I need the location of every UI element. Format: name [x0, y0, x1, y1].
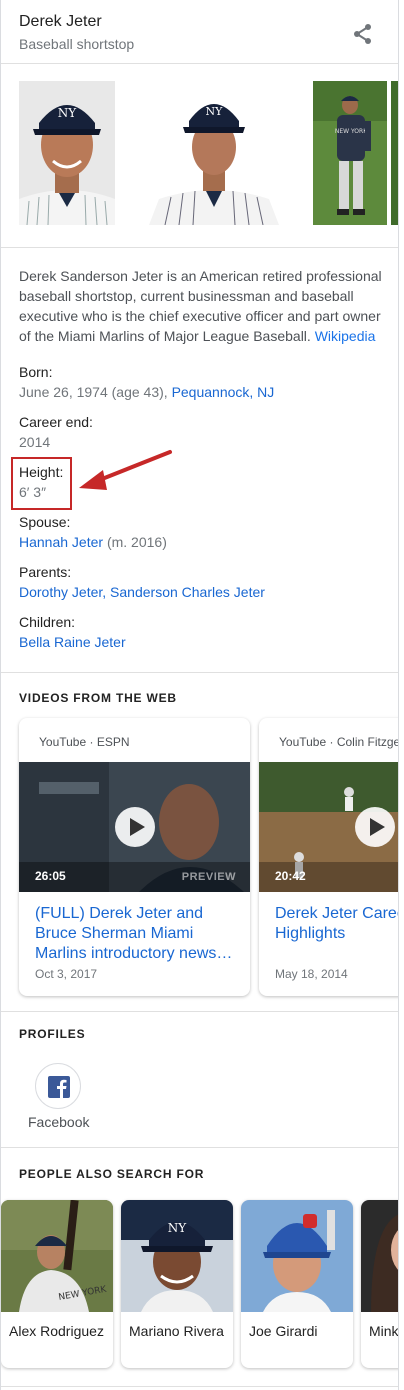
video-duration: 26:05	[35, 869, 66, 883]
profiles-section-title: PROFILES	[19, 1027, 86, 1041]
image-strip: NY NY NEW YORK	[1, 64, 398, 248]
video-duration: 20:42	[275, 869, 306, 883]
child-link[interactable]: Bella Raine Jeter	[19, 634, 126, 650]
red-arrow-icon	[79, 450, 172, 490]
fact-value: June 26, 1974 (age 43),	[19, 384, 168, 400]
image-action-1[interactable]: NEW YORK	[313, 81, 387, 225]
image-portrait-1[interactable]: NY	[19, 81, 115, 225]
video-date: May 18, 2014	[275, 967, 348, 981]
people-section-title: PEOPLE ALSO SEARCH FOR	[19, 1167, 205, 1181]
fact-label: Career end:	[19, 414, 93, 430]
play-icon[interactable]	[115, 807, 155, 847]
facebook-icon	[48, 1076, 70, 1098]
person-photo: NEW YORK	[1, 1200, 113, 1312]
videos-section-title: VIDEOS FROM THE WEB	[19, 691, 177, 705]
divider	[1, 1147, 398, 1148]
facebook-label[interactable]: Facebook	[28, 1114, 89, 1130]
video-source: YouTube · ESPN	[39, 735, 130, 749]
image-action-2[interactable]	[391, 81, 398, 225]
panel-header: Derek Jeter Baseball shortstop	[1, 0, 398, 64]
fact-label: Spouse:	[19, 514, 71, 530]
fact-parents: Parents: Dorothy Jeter, Sanderson Charle…	[19, 562, 265, 602]
video-thumbnail[interactable]: 26:05 PREVIEW	[19, 762, 250, 892]
video-thumbnail[interactable]: 20:42	[259, 762, 398, 892]
person-card[interactable]: NEW YORK Alex Rodriguez	[1, 1200, 113, 1368]
entity-description: Derek Sanderson Jeter is an American ret…	[19, 266, 385, 346]
fact-children: Children: Bella Raine Jeter	[19, 612, 126, 652]
divider	[1, 672, 398, 673]
wikipedia-link[interactable]: Wikipedia	[315, 328, 376, 344]
divider	[1, 1386, 398, 1387]
facebook-profile-button[interactable]	[35, 1063, 81, 1109]
image-portrait-2[interactable]: NY	[119, 81, 309, 225]
person-card[interactable]: NY Mariano Rivera	[121, 1200, 233, 1368]
height-highlight-box	[11, 457, 72, 510]
fact-label: Parents:	[19, 564, 72, 580]
fact-born: Born: June 26, 1974 (age 43), Pequannock…	[19, 362, 274, 402]
parent-link-1[interactable]: Dorothy Jeter,	[19, 584, 106, 600]
svg-text:NEW YORK: NEW YORK	[335, 128, 368, 135]
preview-badge: PREVIEW	[181, 871, 236, 883]
svg-text:NY: NY	[168, 1221, 188, 1235]
person-name: Alex Rodriguez	[9, 1323, 104, 1339]
fact-label: Children:	[19, 614, 76, 630]
fact-label: Born:	[19, 364, 53, 380]
entity-title: Derek Jeter	[19, 13, 102, 30]
person-card[interactable]: Minka Kelly	[361, 1200, 399, 1368]
fact-spouse: Spouse: Hannah Jeter (m. 2016)	[19, 512, 167, 552]
knowledge-panel: Derek Jeter Baseball shortstop NY NY NEW…	[0, 0, 399, 1390]
fact-value: (m. 2016)	[106, 534, 167, 550]
spouse-link[interactable]: Hannah Jeter	[19, 534, 103, 550]
svg-text:NY: NY	[206, 105, 224, 118]
person-photo	[241, 1200, 353, 1312]
play-icon[interactable]	[355, 807, 395, 847]
video-date: Oct 3, 2017	[35, 967, 98, 981]
person-name: Joe Girardi	[249, 1323, 318, 1339]
video-card[interactable]: YouTube · Colin Fitzgerald 20:42 Derek J…	[259, 718, 398, 996]
parent-link-2[interactable]: Sanderson Charles Jeter	[110, 584, 265, 600]
share-icon[interactable]	[351, 22, 375, 46]
person-card[interactable]: Joe Girardi	[241, 1200, 353, 1368]
birthplace-link[interactable]: Pequannock, NJ	[172, 384, 275, 400]
divider	[1, 1011, 398, 1012]
person-name: Minka Kelly	[369, 1323, 399, 1339]
video-card[interactable]: YouTube · ESPN 26:05 PREVIEW (FULL) Dere…	[19, 718, 250, 996]
person-photo	[361, 1200, 398, 1312]
entity-subtitle: Baseball shortstop	[19, 36, 135, 52]
video-title[interactable]: Derek Jeter Career Highlights	[275, 904, 398, 944]
video-title[interactable]: (FULL) Derek Jeter and Bruce Sherman Mia…	[35, 904, 240, 964]
person-photo: NY	[121, 1200, 233, 1312]
svg-text:NY: NY	[58, 106, 78, 120]
person-name: Mariano Rivera	[129, 1323, 224, 1339]
video-source: YouTube · Colin Fitzgerald	[279, 735, 398, 749]
